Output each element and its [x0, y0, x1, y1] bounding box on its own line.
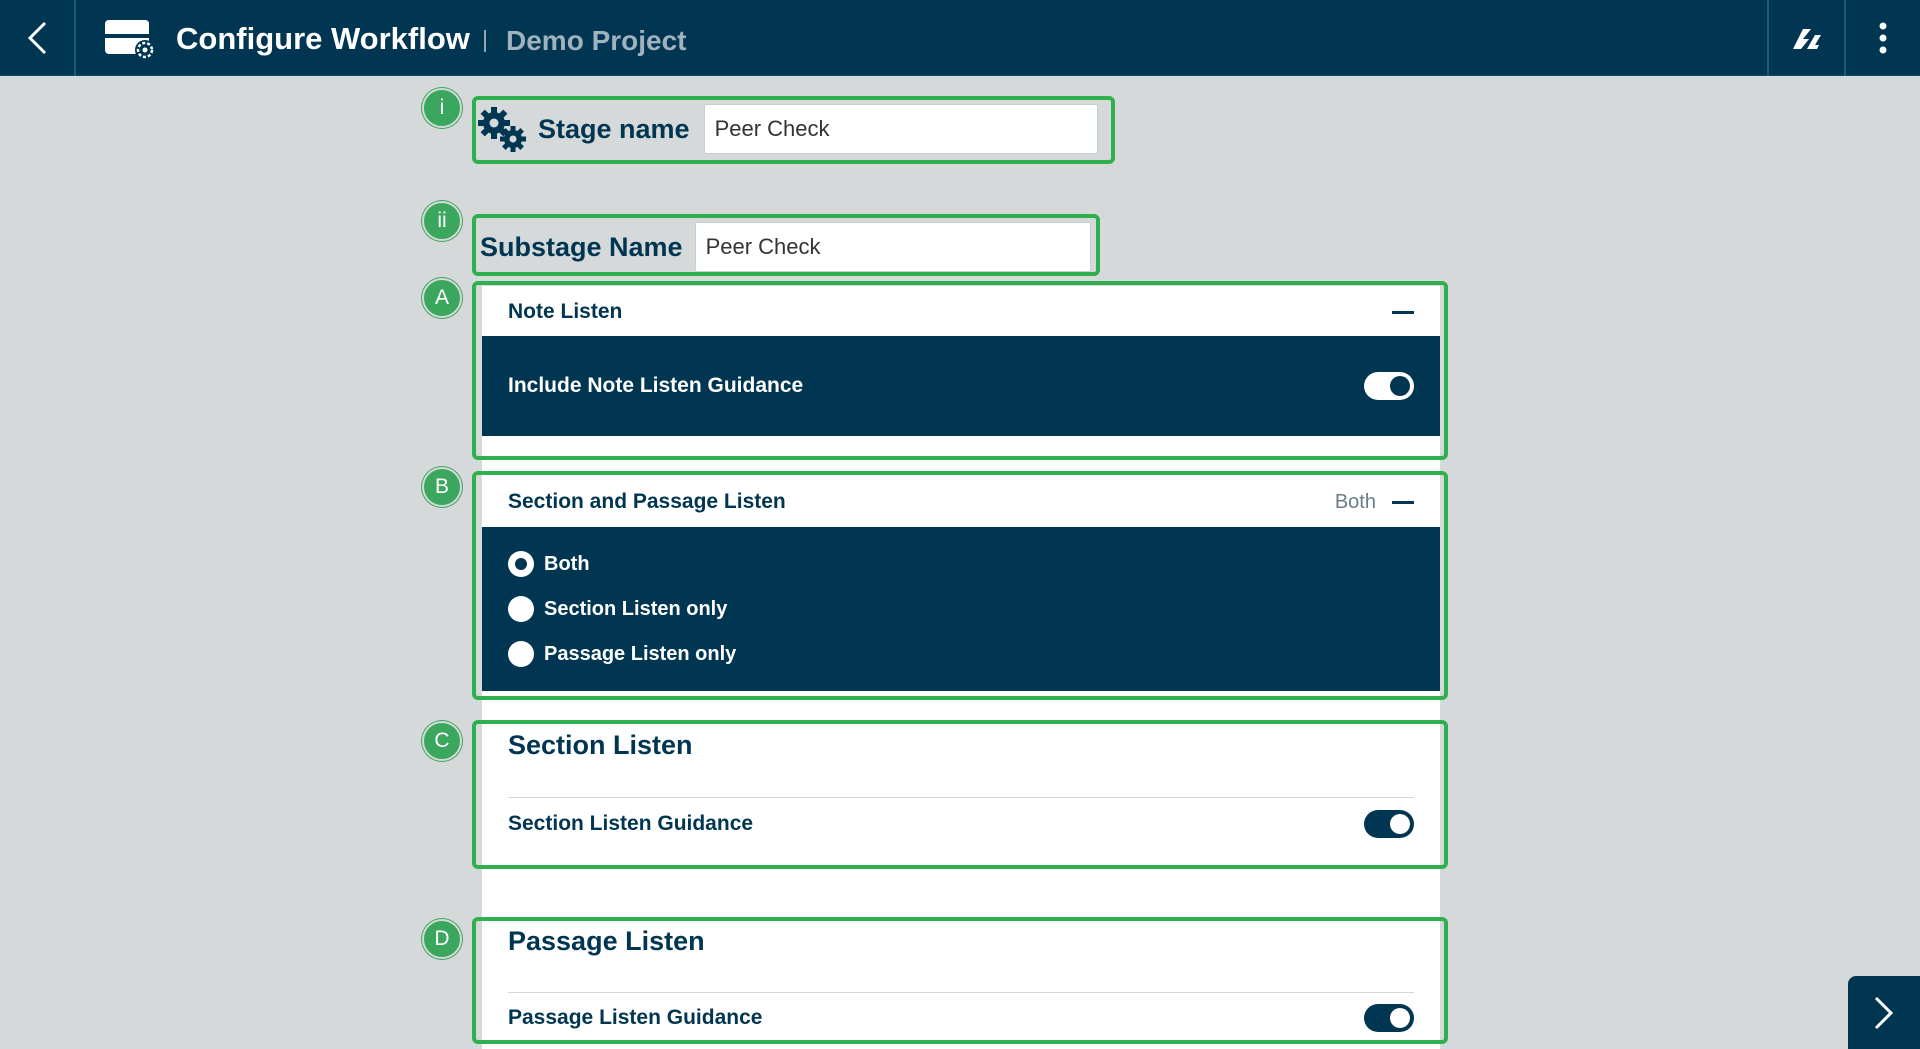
marker-ii: ii	[422, 201, 462, 241]
sync-button[interactable]	[1767, 0, 1843, 76]
highlight-note-listen	[472, 281, 1448, 460]
marker-d: D	[422, 919, 462, 959]
chevron-right-icon	[1874, 996, 1894, 1029]
page-title: Configure Workflow	[176, 21, 470, 56]
marker-c: C	[422, 721, 462, 761]
highlight-substage-name	[472, 214, 1100, 276]
highlight-passage-listen	[472, 917, 1448, 1044]
workflow-settings-icon	[104, 18, 156, 60]
marker-i: i	[422, 88, 462, 128]
sync-icon	[1793, 29, 1821, 49]
back-button[interactable]	[0, 0, 76, 76]
highlight-stage-name	[472, 96, 1115, 164]
highlight-section-passage-listen	[472, 471, 1448, 700]
title-separator	[484, 30, 486, 52]
chevron-left-icon	[27, 21, 47, 55]
marker-a: A	[422, 278, 462, 318]
app-header: Configure Workflow Demo Project	[0, 0, 1920, 76]
project-name: Demo Project	[506, 25, 687, 56]
marker-b: B	[422, 467, 462, 507]
more-menu-button[interactable]	[1844, 0, 1920, 76]
next-button[interactable]	[1848, 976, 1920, 1049]
highlight-section-listen	[472, 720, 1448, 869]
more-vertical-icon	[1879, 22, 1887, 54]
